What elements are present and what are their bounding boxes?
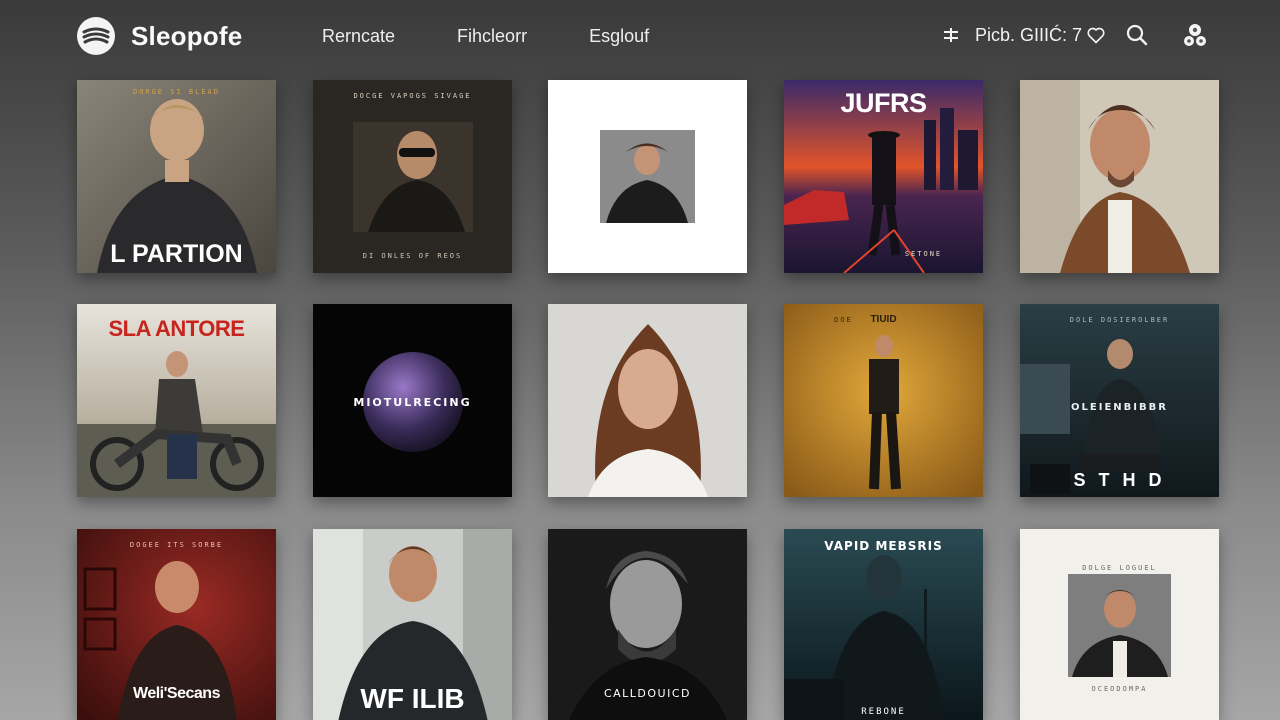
album-tile[interactable]: DOCGE VAPOGS SIVAGE DI ONLES OF REOS xyxy=(313,80,512,273)
album-bottom-text: DI ONLES OF REOS xyxy=(362,252,463,260)
logo-icon xyxy=(77,17,115,55)
album-top-text: DORGE SI BLEAD xyxy=(132,88,220,96)
album-title: MIOTULRECING xyxy=(353,396,472,409)
status-text: Picb. GIIIĆ: 7 xyxy=(974,24,1082,45)
profile-icon[interactable] xyxy=(1182,22,1208,48)
nav-item-2[interactable]: Fihcleorr xyxy=(457,26,527,47)
album-tile[interactable]: JUFRS SETONE xyxy=(784,80,983,273)
album-cover-art xyxy=(548,304,747,497)
search-icon[interactable] xyxy=(1126,24,1148,46)
album-cover-art xyxy=(1020,80,1219,273)
album-tile[interactable] xyxy=(548,304,747,497)
album-title: JUFRS xyxy=(840,88,927,118)
album-bottom-text: REBONE xyxy=(861,707,906,717)
heart-icon[interactable] xyxy=(1086,25,1106,45)
album-title: TIUID xyxy=(870,314,897,325)
album-cover-art xyxy=(548,80,747,273)
album-title: SLA ANTORE xyxy=(108,316,245,341)
album-bottom-text: S T H D xyxy=(1073,470,1166,490)
album-title: OLEIENBIBBR xyxy=(1071,402,1168,413)
header-tools: Picb. GIIIĆ: 7 xyxy=(941,22,1208,48)
top-bar: Sleopofe Rerncate Fihcleorr Esglouf Picb… xyxy=(0,0,1280,72)
album-top-text: DOGEE ITS SORBE xyxy=(129,541,224,549)
album-tile[interactable]: MIOTULRECING xyxy=(313,304,512,497)
album-tile[interactable]: DOGEE ITS SORBE Weli'Secans xyxy=(77,529,276,720)
album-tile[interactable] xyxy=(548,80,747,273)
album-title: CALLDOUICD xyxy=(603,687,692,700)
album-tile[interactable]: CALLDOUICD xyxy=(548,529,747,720)
app-name: Sleopofe xyxy=(131,20,243,51)
main-nav: Rerncate Fihcleorr Esglouf xyxy=(322,26,711,47)
album-title: L PARTION xyxy=(110,240,243,268)
filter-icon[interactable] xyxy=(941,25,961,45)
album-cover-art xyxy=(784,529,983,720)
album-cover-art xyxy=(1020,304,1219,497)
album-tile[interactable]: SLA ANTORE xyxy=(77,304,276,497)
album-tile[interactable]: DOLGE LOGUEL OCEODOMPA xyxy=(1020,529,1219,720)
album-top-text: DOLE DOSIEROLBER xyxy=(1069,316,1170,324)
album-tile[interactable]: DORGE SI BLEAD L PARTION xyxy=(77,80,276,273)
album-title: Weli'Secans xyxy=(133,685,220,702)
album-tile[interactable] xyxy=(1020,80,1219,273)
album-title: WF ILIB xyxy=(360,683,465,714)
album-top-text: DOCGE VAPOGS SIVAGE xyxy=(353,92,472,100)
album-cover-art xyxy=(784,304,983,497)
album-top-text: DOLGE LOGUEL xyxy=(1082,564,1157,572)
album-cover-art xyxy=(313,80,512,273)
nav-item-1[interactable]: Rerncate xyxy=(322,26,395,47)
album-bottom-text: SETONE xyxy=(904,250,943,258)
brand[interactable]: Sleopofe xyxy=(77,17,242,55)
album-title: VAPID MEBSRIS xyxy=(824,539,943,553)
album-tile[interactable]: DOLE DOSIEROLBER OLEIENBIBBR S T H D xyxy=(1020,304,1219,497)
album-tile[interactable]: DOE TIUID xyxy=(784,304,983,497)
album-tile[interactable]: WF ILIB xyxy=(313,529,512,720)
album-bottom-text: OCEODOMPA xyxy=(1091,685,1148,693)
album-tile[interactable]: VAPID MEBSRIS REBONE xyxy=(784,529,983,720)
nav-item-3[interactable]: Esglouf xyxy=(589,26,649,47)
